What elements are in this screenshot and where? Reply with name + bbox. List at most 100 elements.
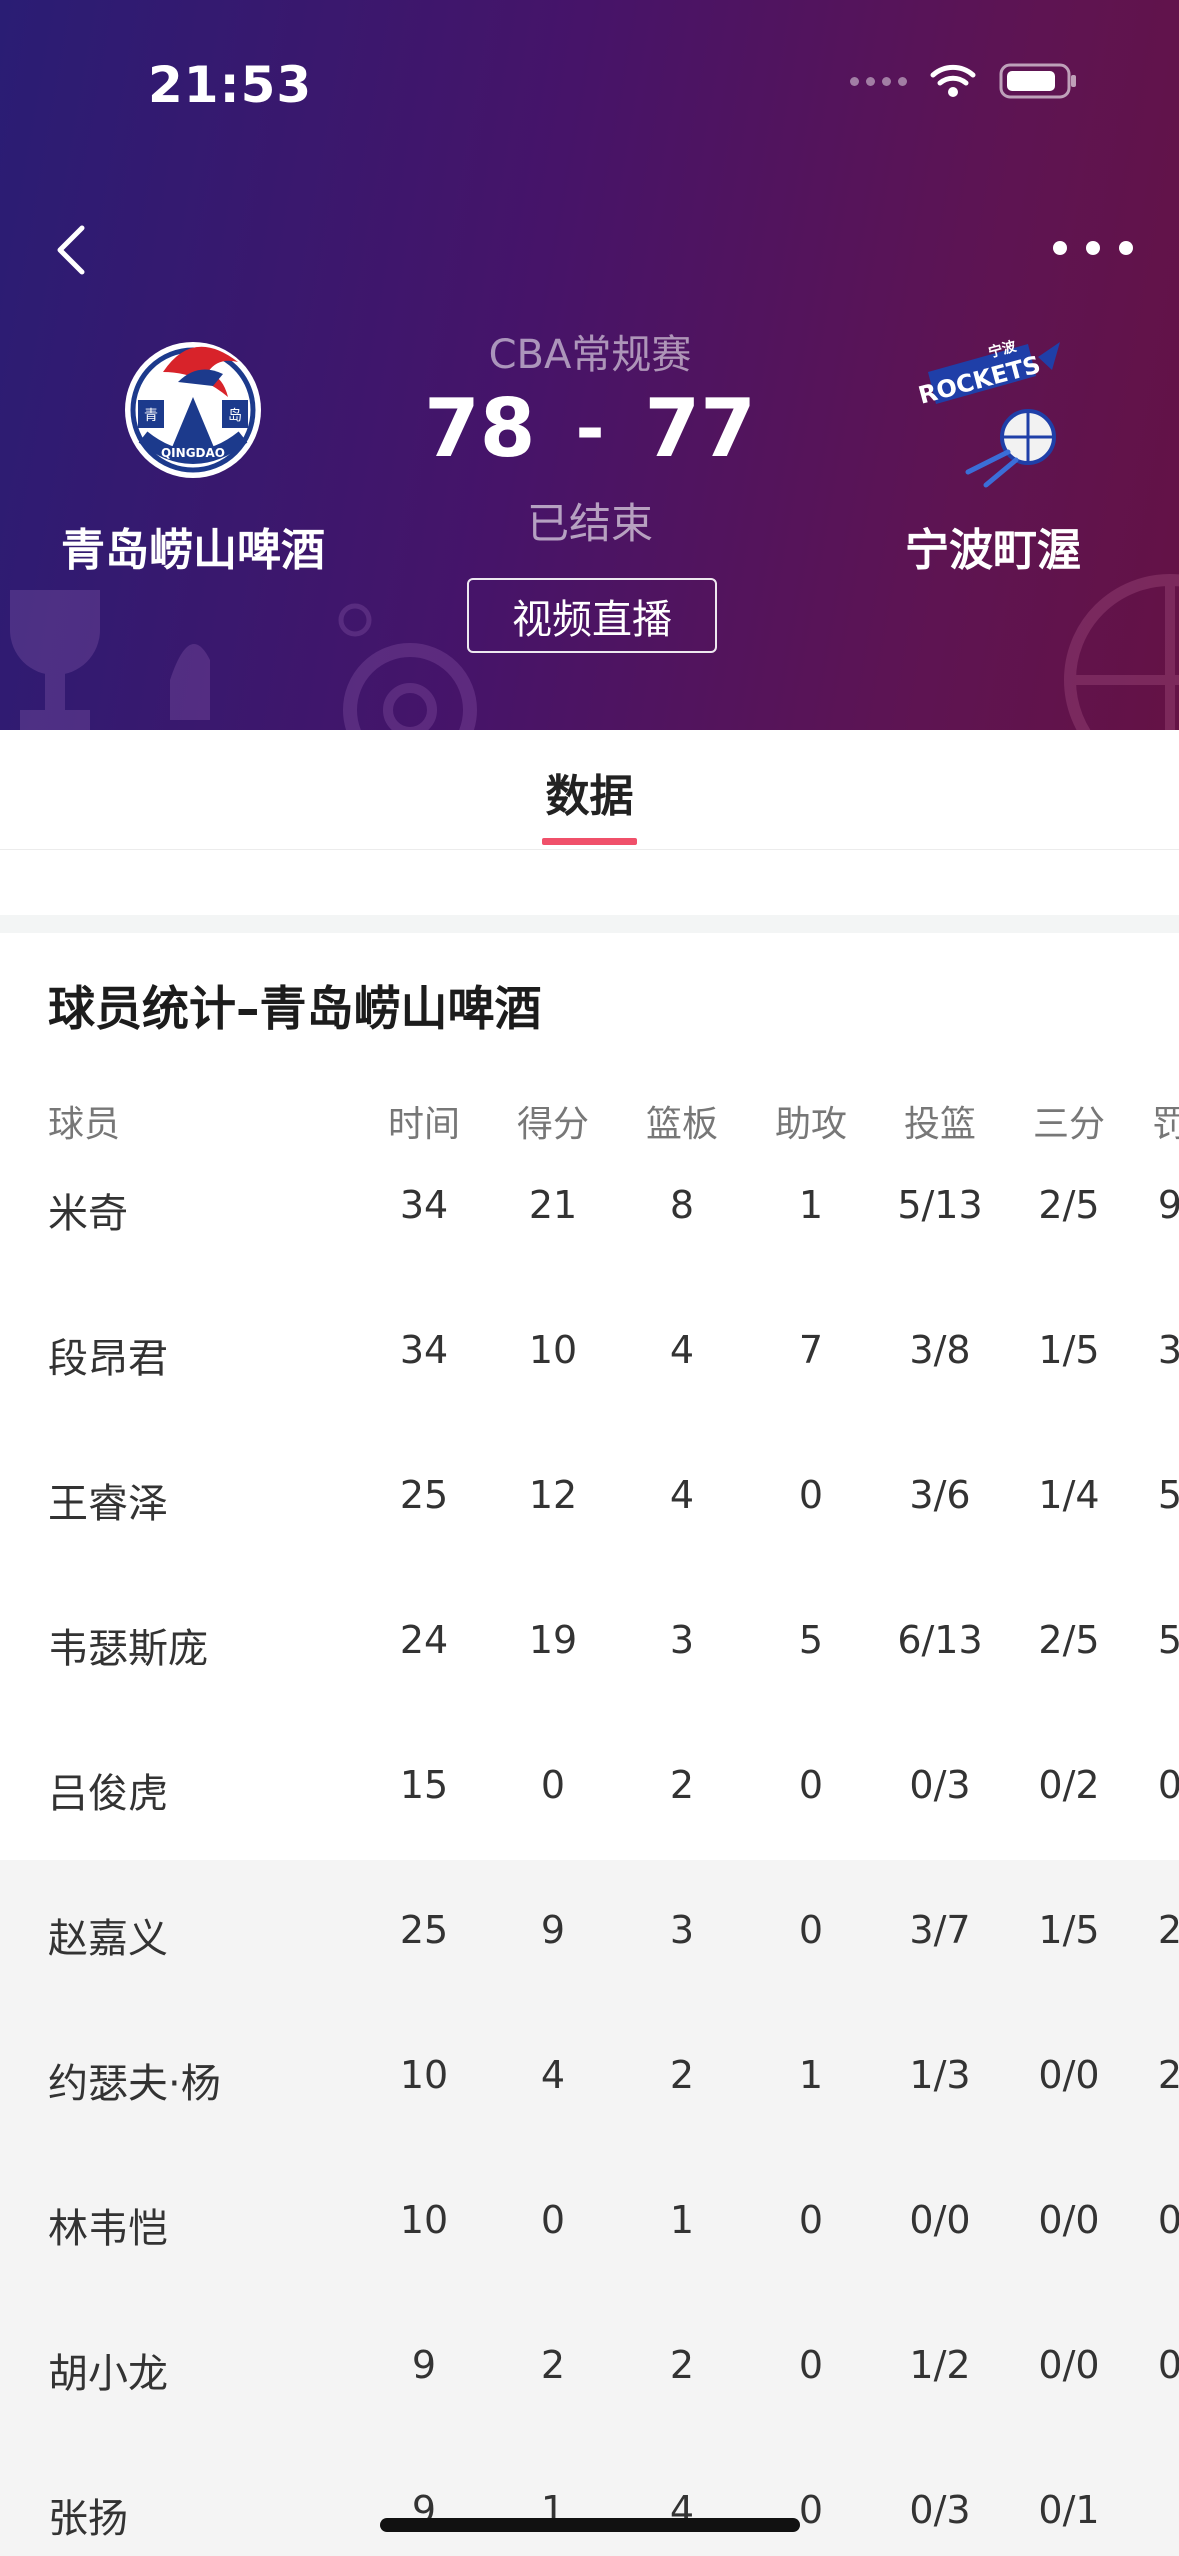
player-name: 约瑟夫·杨: [48, 2061, 221, 2107]
stat-tp: 0/0: [1038, 2053, 1100, 2097]
player-stat-row[interactable]: 胡小龙 9 2 2 0 1/2 0/0 0: [0, 2295, 1179, 2440]
stat-reb: 3: [669, 1618, 695, 1662]
basketball-decoration-icon: [1064, 574, 1179, 730]
stat-min: 24: [399, 1618, 449, 1662]
more-dot-icon: [1086, 241, 1100, 255]
stat-tp: 0/0: [1038, 2198, 1100, 2242]
player-name: 王睿泽: [48, 1481, 168, 1527]
stat-pts: 4: [540, 2053, 566, 2097]
ningbo-rockets-logo-icon: ROCKETS 宁波: [915, 337, 1060, 488]
stat-ast: 0: [798, 2198, 824, 2242]
stat-pts: 0: [540, 2198, 566, 2242]
player-stat-row[interactable]: 段昂君 34 10 4 7 3/8 1/5 3: [0, 1280, 1179, 1425]
stat-ft: 0: [1157, 2343, 1179, 2387]
more-dot-icon: [1119, 241, 1133, 255]
stat-ft: 0: [1157, 1763, 1179, 1807]
player-name: 韦瑟斯庞: [48, 1626, 208, 1672]
stat-min: 25: [399, 1473, 449, 1517]
player-stat-row[interactable]: 米奇 34 21 8 1 5/13 2/5 9: [0, 1135, 1179, 1280]
stat-pts: 9: [540, 1908, 566, 1952]
svg-text:青: 青: [144, 408, 158, 424]
more-options-button[interactable]: [1053, 228, 1133, 268]
stat-pts: 0: [540, 1763, 566, 1807]
scoreline: 78 - 77: [390, 382, 790, 475]
status-bar-indicators: [850, 62, 1079, 100]
stat-ast: 0: [798, 1473, 824, 1517]
stat-min: 34: [399, 1328, 449, 1372]
stat-fg: 3/7: [909, 1908, 971, 1952]
away-team[interactable]: ROCKETS 宁波 宁波町渥: [828, 322, 1158, 578]
tab-data[interactable]: 数据: [0, 760, 1179, 824]
stat-reb: 2: [669, 2053, 695, 2097]
svg-text:岛: 岛: [228, 408, 242, 424]
trophy-decoration-icon: [10, 590, 210, 730]
app-screen: 21:53 青 岛 QINGDAO 青岛崂山啤酒 ROCKETS 宁波 宁波町渥…: [0, 0, 1179, 2556]
league-label: CBA常规赛: [488, 332, 692, 378]
stat-pts: 2: [540, 2343, 566, 2387]
player-stat-row[interactable]: 王睿泽 25 12 4 0 3/6 1/4 5: [0, 1425, 1179, 1570]
status-bar-time: 21:53: [148, 56, 313, 114]
player-name: 段昂君: [48, 1336, 168, 1382]
signal-dots-icon: [850, 76, 907, 86]
stat-min: 15: [399, 1763, 449, 1807]
game-status: 已结束: [526, 499, 653, 548]
stat-pts: 19: [528, 1618, 578, 1662]
stat-reb: 3: [669, 1908, 695, 1952]
stat-ft: 3: [1157, 1328, 1179, 1372]
stat-ast: 0: [798, 1763, 824, 1807]
stat-fg: 1/3: [909, 2053, 971, 2097]
player-name: 赵嘉义: [48, 1916, 168, 1962]
active-tab-indicator: [542, 838, 637, 845]
stats-section-title: 球员统计–青岛崂山啤酒: [48, 982, 542, 1037]
stat-reb: 2: [669, 2343, 695, 2387]
stat-tp: 1/5: [1038, 1328, 1100, 1372]
home-score: 78: [424, 382, 536, 475]
stat-pts: 21: [528, 1183, 578, 1227]
stat-fg: 3/8: [909, 1328, 971, 1372]
stat-reb: 4: [669, 1473, 695, 1517]
stat-tp: 1/4: [1038, 1473, 1100, 1517]
stat-tp: 2/5: [1038, 1183, 1100, 1227]
stat-ast: 7: [798, 1328, 824, 1372]
back-button[interactable]: [46, 214, 102, 286]
stat-ft: 5: [1157, 1618, 1179, 1662]
qingdao-eagle-logo-icon: 青 岛 QINGDAO: [125, 342, 261, 478]
away-team-name: 宁波町渥: [905, 525, 1081, 576]
player-stat-row[interactable]: 张扬 9 1 4 0 0/3 0/1: [0, 2440, 1179, 2556]
stat-reb: 4: [669, 1328, 695, 1372]
chevron-left-icon: [57, 225, 85, 275]
home-indicator-bar[interactable]: [380, 2518, 800, 2532]
stat-ft: 0: [1157, 2198, 1179, 2242]
player-stat-row[interactable]: 赵嘉义 25 9 3 0 3/7 1/5 2: [0, 1860, 1179, 2005]
stat-min: 10: [399, 2198, 449, 2242]
more-dot-icon: [1053, 241, 1067, 255]
home-team[interactable]: 青 岛 QINGDAO 青岛崂山啤酒: [28, 322, 358, 578]
away-score: 77: [644, 382, 756, 475]
stat-ast: 5: [798, 1618, 824, 1662]
stat-min: 34: [399, 1183, 449, 1227]
section-divider: [0, 915, 1179, 933]
stat-tp: 2/5: [1038, 1618, 1100, 1662]
video-live-button[interactable]: 视频直播: [467, 578, 717, 653]
stat-fg: 0/3: [909, 2488, 971, 2532]
tab-bar: 数据: [0, 730, 1179, 850]
stat-pts: 10: [528, 1328, 578, 1372]
score-separator: -: [575, 387, 605, 470]
stat-pts: 12: [528, 1473, 578, 1517]
wifi-icon: [930, 64, 976, 97]
stat-fg: 0/0: [909, 2198, 971, 2242]
player-stat-row[interactable]: 约瑟夫·杨 10 4 2 1 1/3 0/0 2: [0, 2005, 1179, 2150]
player-name: 林韦恺: [48, 2206, 168, 2252]
stat-ast: 0: [798, 2488, 824, 2532]
stat-ast: 1: [798, 1183, 824, 1227]
player-stat-row[interactable]: 韦瑟斯庞 24 19 3 5 6/13 2/5 5: [0, 1570, 1179, 1715]
stat-reb: 1: [669, 2198, 695, 2242]
player-stat-row[interactable]: 林韦恺 10 0 1 0 0/0 0/0 0: [0, 2150, 1179, 2295]
stat-ast: 0: [798, 1908, 824, 1952]
player-name: 米奇: [48, 1191, 128, 1237]
player-name: 胡小龙: [48, 2351, 168, 2397]
battery-icon: [999, 63, 1076, 99]
stat-ast: 0: [798, 2343, 824, 2387]
stat-min: 9: [411, 2343, 437, 2387]
player-stat-row[interactable]: 吕俊虎 15 0 2 0 0/3 0/2 0: [0, 1715, 1179, 1860]
